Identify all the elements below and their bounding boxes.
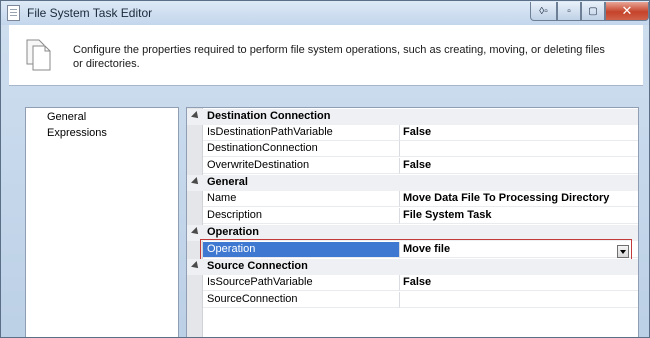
category-operation[interactable]: Operation (187, 225, 638, 241)
property-value[interactable]: Move Data File To Processing Directory (399, 191, 638, 207)
caption-buttons: ◊▫ ▫ ▢ ✕ (530, 2, 649, 22)
property-name: IsSourcePathVariable (203, 275, 399, 291)
property-value[interactable]: False (399, 275, 638, 291)
dropdown-arrow-icon[interactable] (617, 245, 629, 258)
property-row[interactable]: SourceConnection (187, 292, 638, 308)
header-separator (9, 85, 643, 86)
nav-item-general[interactable]: General (47, 111, 86, 123)
property-row[interactable]: DestinationConnection (187, 141, 638, 157)
property-name: Operation (203, 242, 399, 258)
property-row[interactable]: OverwriteDestination False (187, 158, 638, 174)
nav-panel: General Expressions (25, 107, 179, 337)
property-name: OverwriteDestination (203, 158, 399, 174)
window-title: File System Task Editor (27, 6, 153, 20)
header-description: Configure the properties required to per… (73, 44, 605, 70)
property-row-selected[interactable]: Operation Move file (187, 242, 638, 258)
restore-icon[interactable]: ◊▫ (530, 2, 557, 21)
property-row[interactable]: Description File System Task (187, 208, 638, 224)
property-value[interactable] (399, 292, 638, 308)
property-row[interactable]: IsDestinationPathVariable False (187, 125, 638, 141)
property-value[interactable]: Move file (399, 242, 638, 258)
collapse-icon[interactable] (191, 111, 201, 121)
category-label: Destination Connection (207, 110, 331, 122)
dialog-window: File System Task Editor ◊▫ ▫ ▢ ✕ Configu… (0, 0, 650, 338)
category-label: Operation (207, 226, 259, 238)
category-general[interactable]: General (187, 175, 638, 191)
property-row[interactable]: Name Move Data File To Processing Direct… (187, 191, 638, 207)
collapse-icon[interactable] (191, 227, 201, 237)
minimize-button[interactable]: ▫ (557, 2, 581, 21)
category-label: Source Connection (207, 260, 308, 272)
property-value[interactable]: False (399, 158, 638, 174)
property-value[interactable]: False (399, 125, 638, 141)
document-stack-icon (26, 39, 51, 71)
close-button[interactable]: ✕ (605, 2, 649, 21)
category-destination-connection[interactable]: Destination Connection (187, 109, 638, 125)
collapse-icon[interactable] (191, 177, 201, 187)
nav-item-expressions[interactable]: Expressions (47, 127, 107, 139)
collapse-icon[interactable] (191, 261, 201, 271)
title-bar[interactable]: File System Task Editor ◊▫ ▫ ▢ ✕ (1, 1, 649, 25)
property-name: Description (203, 208, 399, 224)
property-name: SourceConnection (203, 292, 399, 308)
category-label: General (207, 176, 248, 188)
maximize-button[interactable]: ▢ (581, 2, 605, 21)
property-value[interactable]: File System Task (399, 208, 638, 224)
property-row[interactable]: IsSourcePathVariable False (187, 275, 638, 291)
property-grid: Destination Connection IsDestinationPath… (186, 107, 639, 337)
property-value[interactable] (399, 141, 638, 157)
property-name: DestinationConnection (203, 141, 399, 157)
header-panel: Configure the properties required to per… (9, 25, 643, 85)
category-source-connection[interactable]: Source Connection (187, 259, 638, 275)
app-icon (7, 5, 20, 21)
property-name: Name (203, 191, 399, 207)
property-name: IsDestinationPathVariable (203, 125, 399, 141)
